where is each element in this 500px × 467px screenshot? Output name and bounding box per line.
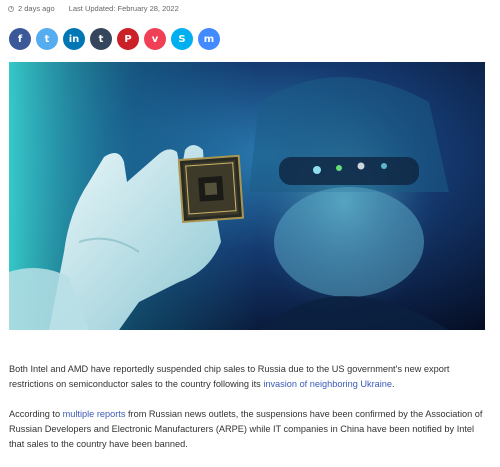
linkedin-icon: in: [68, 33, 80, 45]
updated-date: Last Updated: February 28, 2022: [68, 4, 179, 13]
skype-icon: S: [178, 33, 186, 45]
share-skype-button[interactable]: S: [171, 28, 193, 50]
twitter-icon: t: [44, 33, 50, 45]
share-tumblr-button[interactable]: t: [90, 28, 112, 50]
share-facebook-button[interactable]: f: [9, 28, 31, 50]
pinterest-icon: P: [124, 33, 132, 45]
share-twitter-button[interactable]: t: [36, 28, 58, 50]
clock-icon: [8, 5, 14, 12]
share-pinterest-button[interactable]: P: [117, 28, 139, 50]
article-paragraph-2: According to multiple reports from Russi…: [9, 409, 483, 449]
hero-image: [9, 62, 485, 330]
pocket-icon: v: [151, 33, 159, 45]
article-body: Both Intel and AMD have reportedly suspe…: [9, 362, 489, 467]
article-meta: 2 days ago Last Updated: February 28, 20…: [8, 4, 179, 13]
share-linkedin-button[interactable]: in: [63, 28, 85, 50]
article-paragraph-1: Both Intel and AMD have reportedly suspe…: [9, 364, 450, 389]
hero-photo-cpu: [9, 62, 485, 330]
share-pocket-button[interactable]: v: [144, 28, 166, 50]
facebook-icon: f: [17, 33, 23, 45]
published-date: 2 days ago: [18, 4, 55, 13]
tumblr-icon: t: [98, 33, 104, 45]
multiple-reports-link[interactable]: multiple reports: [63, 409, 126, 419]
messenger-icon: m: [203, 33, 215, 45]
share-bar: f t in t Pv Sm: [9, 28, 220, 50]
share-messenger-button[interactable]: m: [198, 28, 220, 50]
invasion-link[interactable]: invasion of neighboring Ukraine: [263, 379, 392, 389]
